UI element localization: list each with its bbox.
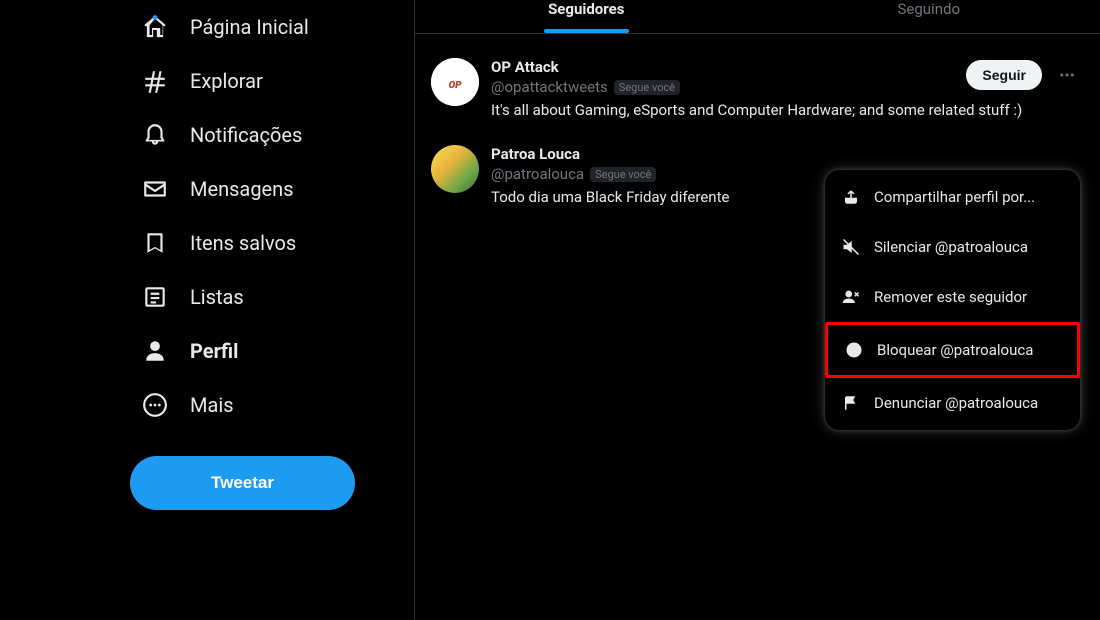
nav-explore[interactable]: Explorar bbox=[130, 54, 394, 108]
nav-bookmarks[interactable]: Itens salvos bbox=[130, 216, 394, 270]
bell-icon bbox=[142, 122, 168, 148]
context-menu: Compartilhar perfil por... Silenciar @pa… bbox=[825, 170, 1080, 430]
menu-block[interactable]: Bloquear @patroalouca bbox=[825, 322, 1080, 378]
nav-label: Explorar bbox=[190, 69, 263, 93]
more-circle-icon bbox=[142, 392, 168, 418]
nav-label: Listas bbox=[190, 285, 244, 309]
envelope-icon bbox=[142, 176, 168, 202]
more-options-button[interactable] bbox=[1050, 58, 1084, 92]
avatar[interactable] bbox=[431, 145, 479, 193]
menu-mute[interactable]: Silenciar @patroalouca bbox=[825, 222, 1080, 272]
person-icon bbox=[142, 338, 168, 364]
menu-report[interactable]: Denunciar @patroalouca bbox=[825, 378, 1080, 428]
follower-handle: @opattacktweets bbox=[491, 78, 608, 96]
follower-row[interactable]: OP OP Attack @opattacktweets Segue você … bbox=[415, 46, 1100, 133]
menu-label: Remover este seguidor bbox=[874, 288, 1027, 306]
follower-name: Patroa Louca bbox=[491, 145, 656, 163]
block-icon bbox=[845, 341, 863, 359]
nav-label: Notificações bbox=[190, 123, 302, 147]
nav-label: Página Inicial bbox=[190, 15, 309, 39]
follows-you-badge: Segue você bbox=[614, 80, 680, 95]
tabs: Seguidores Seguindo bbox=[415, 0, 1100, 34]
tab-following[interactable]: Seguindo bbox=[758, 0, 1100, 33]
remove-person-icon bbox=[842, 288, 860, 306]
menu-label: Compartilhar perfil por... bbox=[874, 188, 1035, 206]
nav-more[interactable]: Mais bbox=[130, 378, 394, 432]
flag-icon bbox=[842, 394, 860, 412]
nav-messages[interactable]: Mensagens bbox=[130, 162, 394, 216]
follower-bio: It's all about Gaming, eSports and Compu… bbox=[491, 100, 1084, 121]
menu-label: Silenciar @patroalouca bbox=[874, 238, 1028, 256]
menu-share-profile[interactable]: Compartilhar perfil por... bbox=[825, 172, 1080, 222]
tab-label: Seguidores bbox=[548, 0, 624, 18]
menu-label: Denunciar @patroalouca bbox=[874, 394, 1038, 412]
mute-icon bbox=[842, 238, 860, 256]
nav-label: Mais bbox=[190, 393, 234, 417]
follower-handle: @patroalouca bbox=[491, 165, 584, 183]
tweet-button[interactable]: Tweetar bbox=[130, 456, 355, 510]
nav-notifications[interactable]: Notificações bbox=[130, 108, 394, 162]
menu-label: Bloquear @patroalouca bbox=[877, 341, 1033, 359]
nav-label: Mensagens bbox=[190, 177, 294, 201]
tab-followers[interactable]: Seguidores bbox=[415, 0, 758, 33]
menu-remove-follower[interactable]: Remover este seguidor bbox=[825, 272, 1080, 322]
follows-you-badge: Segue você bbox=[590, 167, 656, 182]
nav-lists[interactable]: Listas bbox=[130, 270, 394, 324]
avatar[interactable]: OP bbox=[431, 58, 479, 106]
sidebar: Página Inicial Explorar Notificações Men… bbox=[0, 0, 415, 620]
nav-home[interactable]: Página Inicial bbox=[130, 0, 394, 54]
nav-label: Perfil bbox=[190, 339, 238, 363]
main-content: Seguidores Seguindo OP OP Attack @opatta… bbox=[415, 0, 1100, 620]
share-icon bbox=[842, 188, 860, 206]
svg-text:OP: OP bbox=[448, 80, 462, 91]
follower-body: OP Attack @opattacktweets Segue você Seg… bbox=[491, 58, 1084, 121]
hash-icon bbox=[142, 68, 168, 94]
ellipsis-icon bbox=[1058, 66, 1076, 84]
tab-label: Seguindo bbox=[898, 0, 961, 18]
list-icon bbox=[142, 284, 168, 310]
follow-button[interactable]: Seguir bbox=[966, 60, 1042, 90]
home-icon bbox=[142, 14, 168, 40]
bookmark-icon bbox=[142, 230, 168, 256]
follower-name: OP Attack bbox=[491, 58, 680, 76]
nav-profile[interactable]: Perfil bbox=[130, 324, 394, 378]
nav-label: Itens salvos bbox=[190, 231, 296, 255]
